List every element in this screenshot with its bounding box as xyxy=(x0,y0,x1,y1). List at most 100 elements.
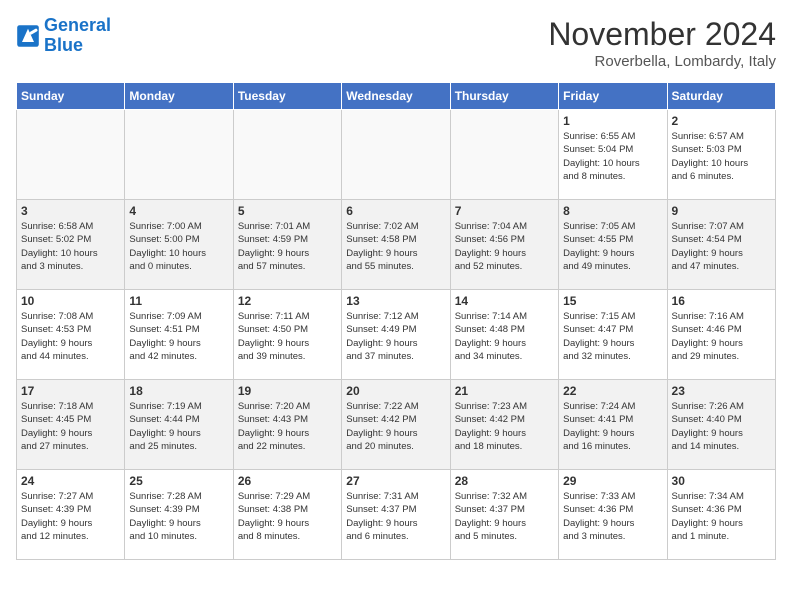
calendar-cell: 5 Sunrise: 7:01 AM Sunset: 4:59 PM Daylig… xyxy=(233,200,341,290)
calendar-cell: 12 Sunrise: 7:11 AM Sunset: 4:50 PM Dayli… xyxy=(233,290,341,380)
calendar-week-row: 10 Sunrise: 7:08 AM Sunset: 4:53 PM Dayli… xyxy=(17,290,776,380)
day-number: 22 xyxy=(563,384,662,398)
calendar-cell: 8 Sunrise: 7:05 AM Sunset: 4:55 PM Daylig… xyxy=(559,200,667,290)
calendar-cell xyxy=(125,110,233,200)
cell-info: Sunrise: 7:33 AM Sunset: 4:36 PM Dayligh… xyxy=(563,490,662,543)
calendar-cell: 6Sunrise: 7:02 AM Sunset: 4:58 PM Daylig… xyxy=(342,200,450,290)
day-header-saturday: Saturday xyxy=(667,83,775,110)
calendar-cell: 21 Sunrise: 7:23 AM Sunset: 4:42 PM Dayli… xyxy=(450,380,558,470)
cell-info: Sunrise: 7:29 AM Sunset: 4:38 PM Dayligh… xyxy=(238,490,337,543)
cell-info: Sunrise: 7:32 AM Sunset: 4:37 PM Dayligh… xyxy=(455,490,554,543)
cell-info: Sunrise: 7:09 AM Sunset: 4:51 PM Dayligh… xyxy=(129,310,228,363)
calendar-cell xyxy=(342,110,450,200)
calendar-cell: 28 Sunrise: 7:32 AM Sunset: 4:37 PM Dayli… xyxy=(450,470,558,560)
calendar-cell: 3 Sunrise: 6:58 AM Sunset: 5:02 PM Daylig… xyxy=(17,200,125,290)
cell-info: Sunrise: 7:15 AM Sunset: 4:47 PM Dayligh… xyxy=(563,310,662,363)
cell-info: Sunrise: 6:55 AM Sunset: 5:04 PM Dayligh… xyxy=(563,130,662,183)
month-title: November 2024 xyxy=(548,16,776,53)
day-number: 29 xyxy=(563,474,662,488)
calendar-week-row: 1Sunrise: 6:55 AM Sunset: 5:04 PM Daylig… xyxy=(17,110,776,200)
calendar-header-row: SundayMondayTuesdayWednesdayThursdayFrid… xyxy=(17,83,776,110)
cell-info: Sunrise: 7:18 AM Sunset: 4:45 PM Dayligh… xyxy=(21,400,120,453)
calendar-cell: 16Sunrise: 7:16 AM Sunset: 4:46 PM Dayli… xyxy=(667,290,775,380)
cell-info: Sunrise: 7:12 AM Sunset: 4:49 PM Dayligh… xyxy=(346,310,445,363)
calendar-cell xyxy=(17,110,125,200)
day-number: 19 xyxy=(238,384,337,398)
calendar-cell: 13 Sunrise: 7:12 AM Sunset: 4:49 PM Dayli… xyxy=(342,290,450,380)
calendar-cell: 22 Sunrise: 7:24 AM Sunset: 4:41 PM Dayli… xyxy=(559,380,667,470)
calendar-week-row: 24Sunrise: 7:27 AM Sunset: 4:39 PM Dayli… xyxy=(17,470,776,560)
cell-info: Sunrise: 7:08 AM Sunset: 4:53 PM Dayligh… xyxy=(21,310,120,363)
day-number: 30 xyxy=(672,474,771,488)
calendar-week-row: 17Sunrise: 7:18 AM Sunset: 4:45 PM Dayli… xyxy=(17,380,776,470)
day-number: 14 xyxy=(455,294,554,308)
day-number: 28 xyxy=(455,474,554,488)
calendar-cell: 7Sunrise: 7:04 AM Sunset: 4:56 PM Daylig… xyxy=(450,200,558,290)
cell-info: Sunrise: 7:14 AM Sunset: 4:48 PM Dayligh… xyxy=(455,310,554,363)
day-number: 20 xyxy=(346,384,445,398)
day-number: 15 xyxy=(563,294,662,308)
day-number: 21 xyxy=(455,384,554,398)
calendar-table: SundayMondayTuesdayWednesdayThursdayFrid… xyxy=(16,82,776,560)
calendar-cell: 24Sunrise: 7:27 AM Sunset: 4:39 PM Dayli… xyxy=(17,470,125,560)
day-number: 16 xyxy=(672,294,771,308)
cell-info: Sunrise: 6:58 AM Sunset: 5:02 PM Dayligh… xyxy=(21,220,120,273)
calendar-cell: 25Sunrise: 7:28 AM Sunset: 4:39 PM Dayli… xyxy=(125,470,233,560)
day-header-sunday: Sunday xyxy=(17,83,125,110)
logo-name-general: General xyxy=(44,15,111,35)
calendar-week-row: 3 Sunrise: 6:58 AM Sunset: 5:02 PM Daylig… xyxy=(17,200,776,290)
calendar-cell: 4 Sunrise: 7:00 AM Sunset: 5:00 PM Daylig… xyxy=(125,200,233,290)
cell-info: Sunrise: 7:24 AM Sunset: 4:41 PM Dayligh… xyxy=(563,400,662,453)
day-number: 23 xyxy=(672,384,771,398)
cell-info: Sunrise: 7:26 AM Sunset: 4:40 PM Dayligh… xyxy=(672,400,771,453)
calendar-cell: 11 Sunrise: 7:09 AM Sunset: 4:51 PM Dayli… xyxy=(125,290,233,380)
title-block: November 2024 Roverbella, Lombardy, Ital… xyxy=(548,16,776,70)
calendar-cell: 1Sunrise: 6:55 AM Sunset: 5:04 PM Daylig… xyxy=(559,110,667,200)
cell-info: Sunrise: 7:20 AM Sunset: 4:43 PM Dayligh… xyxy=(238,400,337,453)
cell-info: Sunrise: 7:07 AM Sunset: 4:54 PM Dayligh… xyxy=(672,220,771,273)
calendar-cell: 23 Sunrise: 7:26 AM Sunset: 4:40 PM Dayli… xyxy=(667,380,775,470)
day-number: 5 xyxy=(238,204,337,218)
calendar-cell xyxy=(233,110,341,200)
cell-info: Sunrise: 7:19 AM Sunset: 4:44 PM Dayligh… xyxy=(129,400,228,453)
logo-name-blue: Blue xyxy=(44,35,83,55)
calendar-cell: 14 Sunrise: 7:14 AM Sunset: 4:48 PM Dayli… xyxy=(450,290,558,380)
calendar-cell: 30 Sunrise: 7:34 AM Sunset: 4:36 PM Dayli… xyxy=(667,470,775,560)
calendar-cell: 10 Sunrise: 7:08 AM Sunset: 4:53 PM Dayli… xyxy=(17,290,125,380)
day-number: 26 xyxy=(238,474,337,488)
day-number: 8 xyxy=(563,204,662,218)
day-number: 4 xyxy=(129,204,228,218)
day-number: 3 xyxy=(21,204,120,218)
logo: General Blue xyxy=(16,16,111,56)
calendar-cell: 15 Sunrise: 7:15 AM Sunset: 4:47 PM Dayli… xyxy=(559,290,667,380)
day-number: 12 xyxy=(238,294,337,308)
day-header-wednesday: Wednesday xyxy=(342,83,450,110)
calendar-cell: 9Sunrise: 7:07 AM Sunset: 4:54 PM Daylig… xyxy=(667,200,775,290)
cell-info: Sunrise: 7:34 AM Sunset: 4:36 PM Dayligh… xyxy=(672,490,771,543)
day-number: 13 xyxy=(346,294,445,308)
day-number: 24 xyxy=(21,474,120,488)
cell-info: Sunrise: 7:23 AM Sunset: 4:42 PM Dayligh… xyxy=(455,400,554,453)
day-number: 6 xyxy=(346,204,445,218)
cell-info: Sunrise: 7:00 AM Sunset: 5:00 PM Dayligh… xyxy=(129,220,228,273)
cell-info: Sunrise: 7:11 AM Sunset: 4:50 PM Dayligh… xyxy=(238,310,337,363)
day-number: 11 xyxy=(129,294,228,308)
cell-info: Sunrise: 6:57 AM Sunset: 5:03 PM Dayligh… xyxy=(672,130,771,183)
cell-info: Sunrise: 7:05 AM Sunset: 4:55 PM Dayligh… xyxy=(563,220,662,273)
calendar-cell: 19 Sunrise: 7:20 AM Sunset: 4:43 PM Dayli… xyxy=(233,380,341,470)
cell-info: Sunrise: 7:22 AM Sunset: 4:42 PM Dayligh… xyxy=(346,400,445,453)
location: Roverbella, Lombardy, Italy xyxy=(548,53,776,70)
calendar-cell: 29 Sunrise: 7:33 AM Sunset: 4:36 PM Dayli… xyxy=(559,470,667,560)
day-header-thursday: Thursday xyxy=(450,83,558,110)
day-header-tuesday: Tuesday xyxy=(233,83,341,110)
calendar-cell xyxy=(450,110,558,200)
cell-info: Sunrise: 7:28 AM Sunset: 4:39 PM Dayligh… xyxy=(129,490,228,543)
day-number: 2 xyxy=(672,114,771,128)
page-header: General Blue November 2024 Roverbella, L… xyxy=(16,16,776,70)
cell-info: Sunrise: 7:31 AM Sunset: 4:37 PM Dayligh… xyxy=(346,490,445,543)
day-header-friday: Friday xyxy=(559,83,667,110)
calendar-cell: 17Sunrise: 7:18 AM Sunset: 4:45 PM Dayli… xyxy=(17,380,125,470)
cell-info: Sunrise: 7:01 AM Sunset: 4:59 PM Dayligh… xyxy=(238,220,337,273)
day-number: 10 xyxy=(21,294,120,308)
cell-info: Sunrise: 7:04 AM Sunset: 4:56 PM Dayligh… xyxy=(455,220,554,273)
